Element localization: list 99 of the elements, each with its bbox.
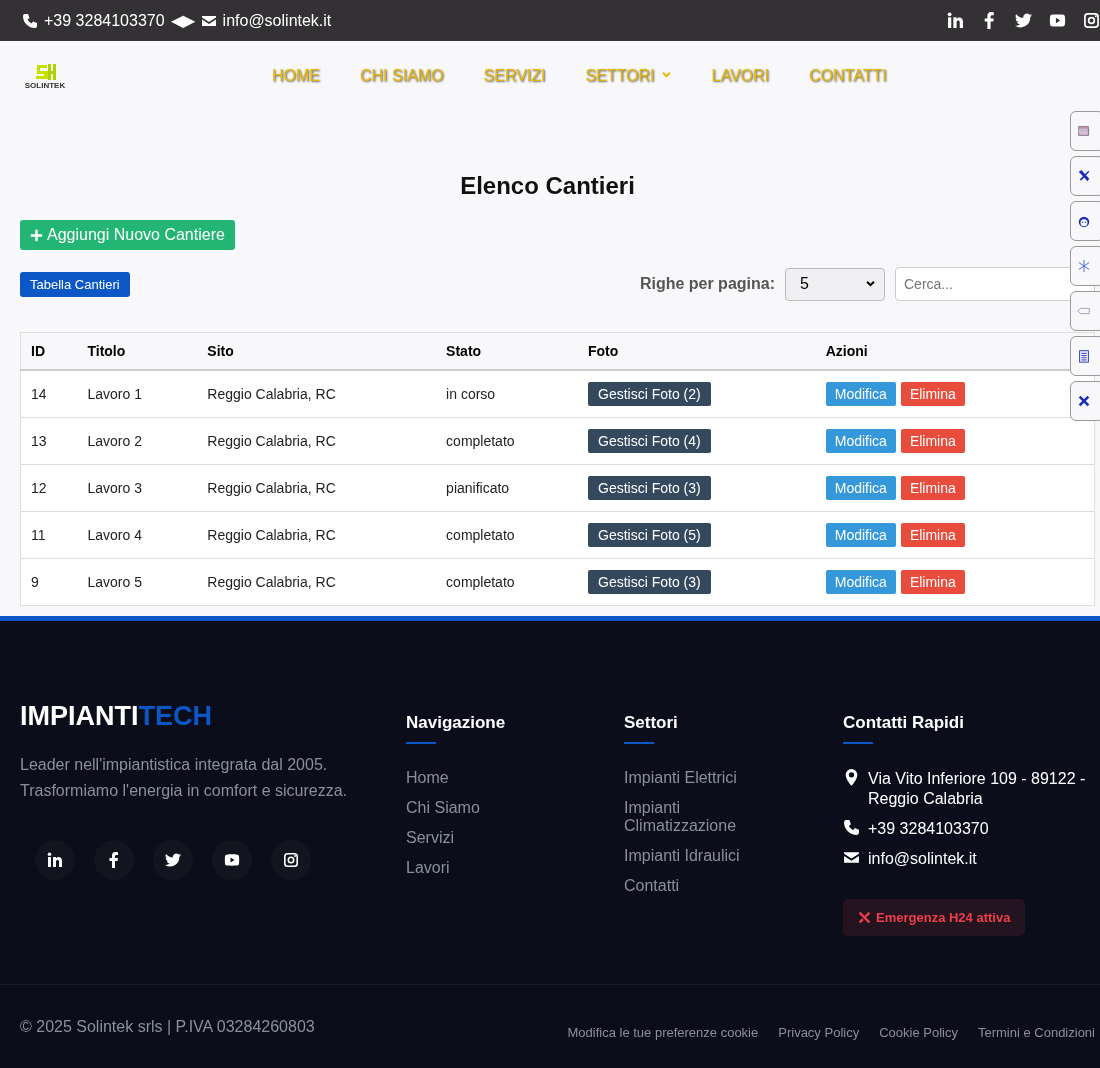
table-cell: Reggio Calabria, RC [197,370,437,417]
manage-photos-button[interactable]: Gestisci Foto (3) [588,569,711,594]
social-button[interactable] [212,839,252,880]
footer-description: Leader nell'impiantistica integrata dal 2005. Trasformiamo l'energia in comfort e sicurezza. [20,754,348,801]
table-cell: Lavoro 4 [77,511,198,558]
pin-icon [843,768,860,786]
document-icon [1077,349,1091,363]
column-header: Azioni [815,332,1095,370]
column-header: Foto [578,332,816,370]
footer-link[interactable]: Lavori [406,858,556,877]
table-cell: 9 [20,558,78,605]
table-cell: completato [436,417,578,464]
side-menu-button[interactable] [1070,156,1100,196]
footer-link[interactable]: Home [406,768,556,787]
rows-per-page-label: Righe per pagina: [639,275,775,293]
twitter-icon [165,851,181,868]
table-cell: pianificato [436,464,578,511]
side-menu-button[interactable] [1070,201,1100,241]
separator-glyph: ◀▶ [170,11,195,30]
table-cell: in corso [436,370,578,417]
logo[interactable]: SOLINTEK [22,56,68,95]
table-cell: 12 [20,464,78,511]
email-address: info@solintek.it [868,848,977,869]
table-cell: 14 [20,370,78,417]
delete-button[interactable]: Elimina [900,475,965,500]
edit-button[interactable]: Modifica [825,428,896,453]
table-cell: completato [436,511,578,558]
footer-link[interactable]: Servizi [406,828,556,847]
phone-icon [843,818,860,836]
table-tab[interactable]: Tabella Cantieri [20,271,130,297]
edit-button[interactable]: Modifica [825,569,896,594]
phone-icon [22,12,38,29]
phone-number: +39 3284103370 [44,11,165,30]
footer-link[interactable]: Impianti Elettrici [624,768,774,787]
youtube-icon [224,851,240,868]
legal-link[interactable]: Privacy Policy [778,1024,860,1040]
close-icon [1077,394,1091,408]
emergency-badge: Emergenza H24 attiva [843,898,1026,936]
copyright-text: © 2025 Solintek srls | P.IVA 03284260803 [20,1018,315,1036]
column-header: ID [20,332,78,370]
edit-button[interactable]: Modifica [825,381,896,406]
youtube-icon[interactable] [1049,12,1066,29]
column-header: Sito [197,332,437,370]
social-button[interactable] [35,839,75,880]
delete-button[interactable]: Elimina [900,381,965,406]
delete-button[interactable]: Elimina [900,428,965,453]
footer-heading: Contatti Rapidi [843,712,965,733]
edit-button[interactable]: Modifica [825,475,896,500]
manage-photos-button[interactable]: Gestisci Foto (4) [588,428,711,453]
table-cell: 13 [20,417,78,464]
table-cell: Lavoro 1 [77,370,198,417]
social-button[interactable] [94,839,134,880]
social-button[interactable] [271,839,311,880]
linkedin-icon[interactable] [947,12,964,29]
footer-link[interactable]: Contatti [624,876,774,895]
footer-heading: Navigazione [406,712,507,733]
instagram-icon [283,851,299,868]
side-menu-button[interactable] [1070,336,1100,376]
twitter-icon[interactable] [1015,12,1032,29]
table-cell: Reggio Calabria, RC [197,417,437,464]
edit-button[interactable]: Modifica [825,522,896,547]
column-header: Titolo [77,332,198,370]
face-icon [1077,214,1091,228]
manage-photos-button[interactable]: Gestisci Foto (3) [588,475,711,500]
snowflake-icon [1077,259,1091,273]
table-cell: 11 [20,511,78,558]
search-field[interactable]: Cerca... [895,267,1095,301]
footer-link[interactable]: Chi Siamo [406,798,556,817]
table-cell: completato [436,558,578,605]
column-header: Stato [436,332,578,370]
linkedin-icon [47,851,63,868]
legal-link[interactable]: Cookie Policy [879,1024,958,1040]
footer-brand: IMPIANTITECH [20,700,213,732]
email-address: info@solintek.it [222,11,332,30]
address-text: Via Vito Inferiore 109 - 89122 - Reggio Calabria [868,768,1087,809]
side-menu-button[interactable] [1070,381,1100,421]
table-cell: Lavoro 2 [77,417,198,464]
table-cell: Lavoro 3 [77,464,198,511]
footer-link[interactable]: Impianti Idraulici [624,846,774,865]
phone-number: +39 3284103370 [868,818,989,839]
table-cell: Reggio Calabria, RC [197,558,437,605]
table-cell: Lavoro 5 [77,558,198,605]
page-title: Elenco Cantieri [460,172,635,200]
delete-button[interactable]: Elimina [900,522,965,547]
social-button[interactable] [153,839,193,880]
rows-per-page-select[interactable]: 5 [785,267,885,301]
footer-link[interactable]: Impianti Climatizzazione [624,798,774,835]
legal-link[interactable]: Modifica le tue preferenze cookie [567,1024,759,1040]
plus-icon [30,228,43,242]
legal-link[interactable]: Termini e Condizioni [977,1024,1095,1040]
table-cell: Reggio Calabria, RC [197,464,437,511]
manage-photos-button[interactable]: Gestisci Foto (5) [588,522,711,547]
footer-heading: Settori [624,712,679,733]
delete-button[interactable]: Elimina [900,569,965,594]
chevron-down-icon [865,278,876,290]
table-cell: Reggio Calabria, RC [197,511,437,558]
chevron-down-icon [660,70,672,81]
manage-photos-button[interactable]: Gestisci Foto (2) [588,381,711,406]
instagram-icon[interactable] [1083,12,1100,29]
